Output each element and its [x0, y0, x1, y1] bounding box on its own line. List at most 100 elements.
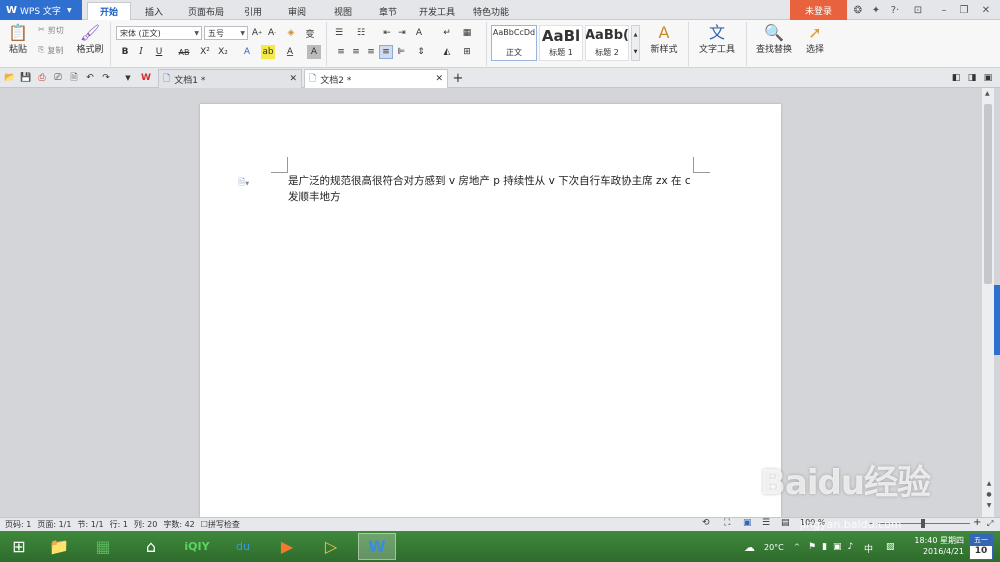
login-button[interactable]: 未登录: [790, 0, 847, 20]
underline-icon[interactable]: U: [152, 45, 166, 59]
document-body-text[interactable]: 是广泛的规范很高很符合对方感到 v 房地产 p 持续性从 v 下次自行车政协主席…: [288, 173, 698, 205]
tray-icons[interactable]: ⚑▮▣♪: [808, 542, 859, 552]
wps-app-menu-button[interactable]: W WPS 文字 ▼: [0, 0, 82, 20]
status-word-count[interactable]: 字数: 42: [163, 519, 194, 530]
styles-scroll[interactable]: ▲ ▼: [631, 25, 640, 61]
style-normal[interactable]: AaBbCcDd 正文: [491, 25, 537, 61]
cut-button[interactable]: ✂ 剪切: [38, 25, 64, 36]
page-view-icon[interactable]: ▣: [743, 518, 752, 528]
tab-view[interactable]: 视图: [328, 2, 358, 20]
windows-start-icon[interactable]: ⊞: [4, 533, 34, 560]
wps-writer-taskbar-icon[interactable]: W: [358, 533, 396, 560]
zoom-slider-thumb[interactable]: [921, 519, 925, 528]
font-name-select[interactable]: 宋体 (正文) ▼: [116, 26, 202, 40]
format-painter-button[interactable]: 🖌 格式刷: [76, 24, 104, 56]
side-panel-handle[interactable]: [994, 285, 1000, 355]
panel-icon[interactable]: ◨: [966, 72, 978, 84]
page-nav-icons[interactable]: ▲ ● ▼: [985, 478, 993, 511]
scroll-up-icon[interactable]: ▲: [985, 90, 990, 97]
video-player-icon[interactable]: ▷: [316, 533, 346, 560]
clear-format-icon[interactable]: ◈: [284, 26, 298, 40]
panel-icon[interactable]: ◧: [950, 72, 962, 84]
customize-qat-icon[interactable]: ▼: [122, 72, 134, 84]
show-marks-icon[interactable]: ↵: [440, 26, 454, 40]
tab-developer-tools[interactable]: 开发工具: [414, 2, 460, 20]
maximize-icon[interactable]: ❐: [958, 4, 970, 16]
help-icon[interactable]: ?·: [886, 4, 904, 16]
superscript-icon[interactable]: X²: [198, 45, 212, 59]
print-preview-icon[interactable]: 🗎: [68, 72, 80, 84]
copy-button[interactable]: ⎘ 复制: [38, 45, 63, 56]
find-replace-button[interactable]: 🔍 查找替换: [752, 24, 796, 56]
tab-chapter[interactable]: 章节: [373, 2, 403, 20]
tray-expand-icon[interactable]: ^: [794, 543, 800, 551]
close-icon[interactable]: ✕: [289, 74, 301, 84]
tab-home[interactable]: 开始: [87, 2, 131, 20]
italic-icon[interactable]: I: [134, 45, 148, 59]
print-icon[interactable]: ⎚: [52, 72, 64, 84]
save-icon[interactable]: 💾: [20, 72, 32, 84]
ime-indicator[interactable]: 中: [864, 542, 873, 555]
phonetic-guide-icon[interactable]: 变: [303, 26, 317, 40]
open-icon[interactable]: 📂: [4, 72, 16, 84]
distributed-icon[interactable]: ⊫: [394, 45, 408, 59]
shrink-font-icon[interactable]: A-: [265, 26, 279, 40]
align-right-icon[interactable]: ≡: [364, 45, 378, 59]
tab-special-features[interactable]: 特色功能: [468, 2, 514, 20]
scrollbar-thumb[interactable]: [984, 104, 992, 284]
new-tab-icon[interactable]: +: [452, 71, 464, 86]
bold-icon[interactable]: B: [118, 45, 132, 59]
align-left-icon[interactable]: ≡: [334, 45, 348, 59]
shirt-icon[interactable]: ✦: [870, 4, 882, 16]
calendar-widget[interactable]: 五一 10: [969, 534, 993, 560]
home-icon[interactable]: ⌂: [136, 533, 166, 560]
media-player-icon[interactable]: ▶: [272, 533, 302, 560]
numbered-list-icon[interactable]: ☷: [354, 26, 368, 40]
subscript-icon[interactable]: X₂: [216, 45, 230, 59]
zoom-in-icon[interactable]: +: [973, 517, 981, 528]
close-icon[interactable]: ✕: [980, 4, 992, 16]
decrease-indent-icon[interactable]: ⇤: [380, 26, 394, 40]
tab-page-layout[interactable]: 页面布局: [180, 2, 232, 20]
baidu-cloud-icon[interactable]: du: [228, 533, 258, 560]
increase-indent-icon[interactable]: ⇥: [395, 26, 409, 40]
skin-icon[interactable]: ❂: [852, 4, 864, 16]
tab-insert[interactable]: 插入: [138, 2, 170, 20]
highlight-icon[interactable]: ab: [261, 45, 275, 59]
iqiyi-icon[interactable]: iQIY: [182, 533, 212, 560]
export-pdf-icon[interactable]: ⎙: [36, 72, 48, 84]
spell-check-toggle[interactable]: ☐拼写检查: [201, 519, 240, 530]
redo-icon[interactable]: ↷: [100, 72, 112, 84]
grow-font-icon[interactable]: A +: [250, 26, 264, 40]
chinese-layout-icon[interactable]: A: [412, 26, 426, 40]
paste-button[interactable]: 📋 粘贴: [6, 24, 30, 56]
image-tray-icon[interactable]: ▨: [886, 542, 895, 552]
bullet-list-icon[interactable]: ☰: [332, 26, 346, 40]
borders-icon[interactable]: ⊞: [460, 45, 474, 59]
table-icon[interactable]: ▦: [460, 26, 474, 40]
text-tools-button[interactable]: 文 文字工具: [694, 24, 740, 56]
style-heading-2[interactable]: AaBb( 标题 2: [585, 25, 629, 61]
web-view-icon[interactable]: ▤: [781, 518, 790, 528]
minimize-icon[interactable]: –: [938, 4, 950, 16]
doc-tab-1[interactable]: 🗋 文档1 * ✕: [158, 69, 302, 88]
wps-home-icon[interactable]: W: [140, 72, 152, 84]
justify-icon[interactable]: ≡: [379, 45, 393, 59]
style-heading-1[interactable]: AaBl 标题 1: [539, 25, 583, 61]
undo-icon[interactable]: ↶: [84, 72, 96, 84]
restore-ribbon-icon[interactable]: ⊡: [912, 4, 924, 16]
clock[interactable]: 18:40 星期四 2016/4/21: [912, 535, 964, 557]
font-color-icon[interactable]: A: [283, 45, 297, 59]
font-size-select[interactable]: 五号 ▼: [204, 26, 248, 40]
outline-view-icon[interactable]: ☰: [762, 518, 770, 528]
select-button[interactable]: ➚ 选择: [800, 24, 830, 56]
tab-references[interactable]: 引用: [238, 2, 268, 20]
fit-page-icon[interactable]: ⤢: [987, 519, 993, 529]
new-style-button[interactable]: A 新样式: [645, 24, 683, 56]
shading-icon[interactable]: ◭: [440, 45, 454, 59]
align-center-icon[interactable]: ≡: [349, 45, 363, 59]
file-explorer-icon[interactable]: 📁: [44, 533, 74, 560]
history-icon[interactable]: ⟲: [702, 518, 710, 528]
close-icon[interactable]: ✕: [435, 74, 447, 84]
text-effect-icon[interactable]: A: [240, 45, 254, 59]
